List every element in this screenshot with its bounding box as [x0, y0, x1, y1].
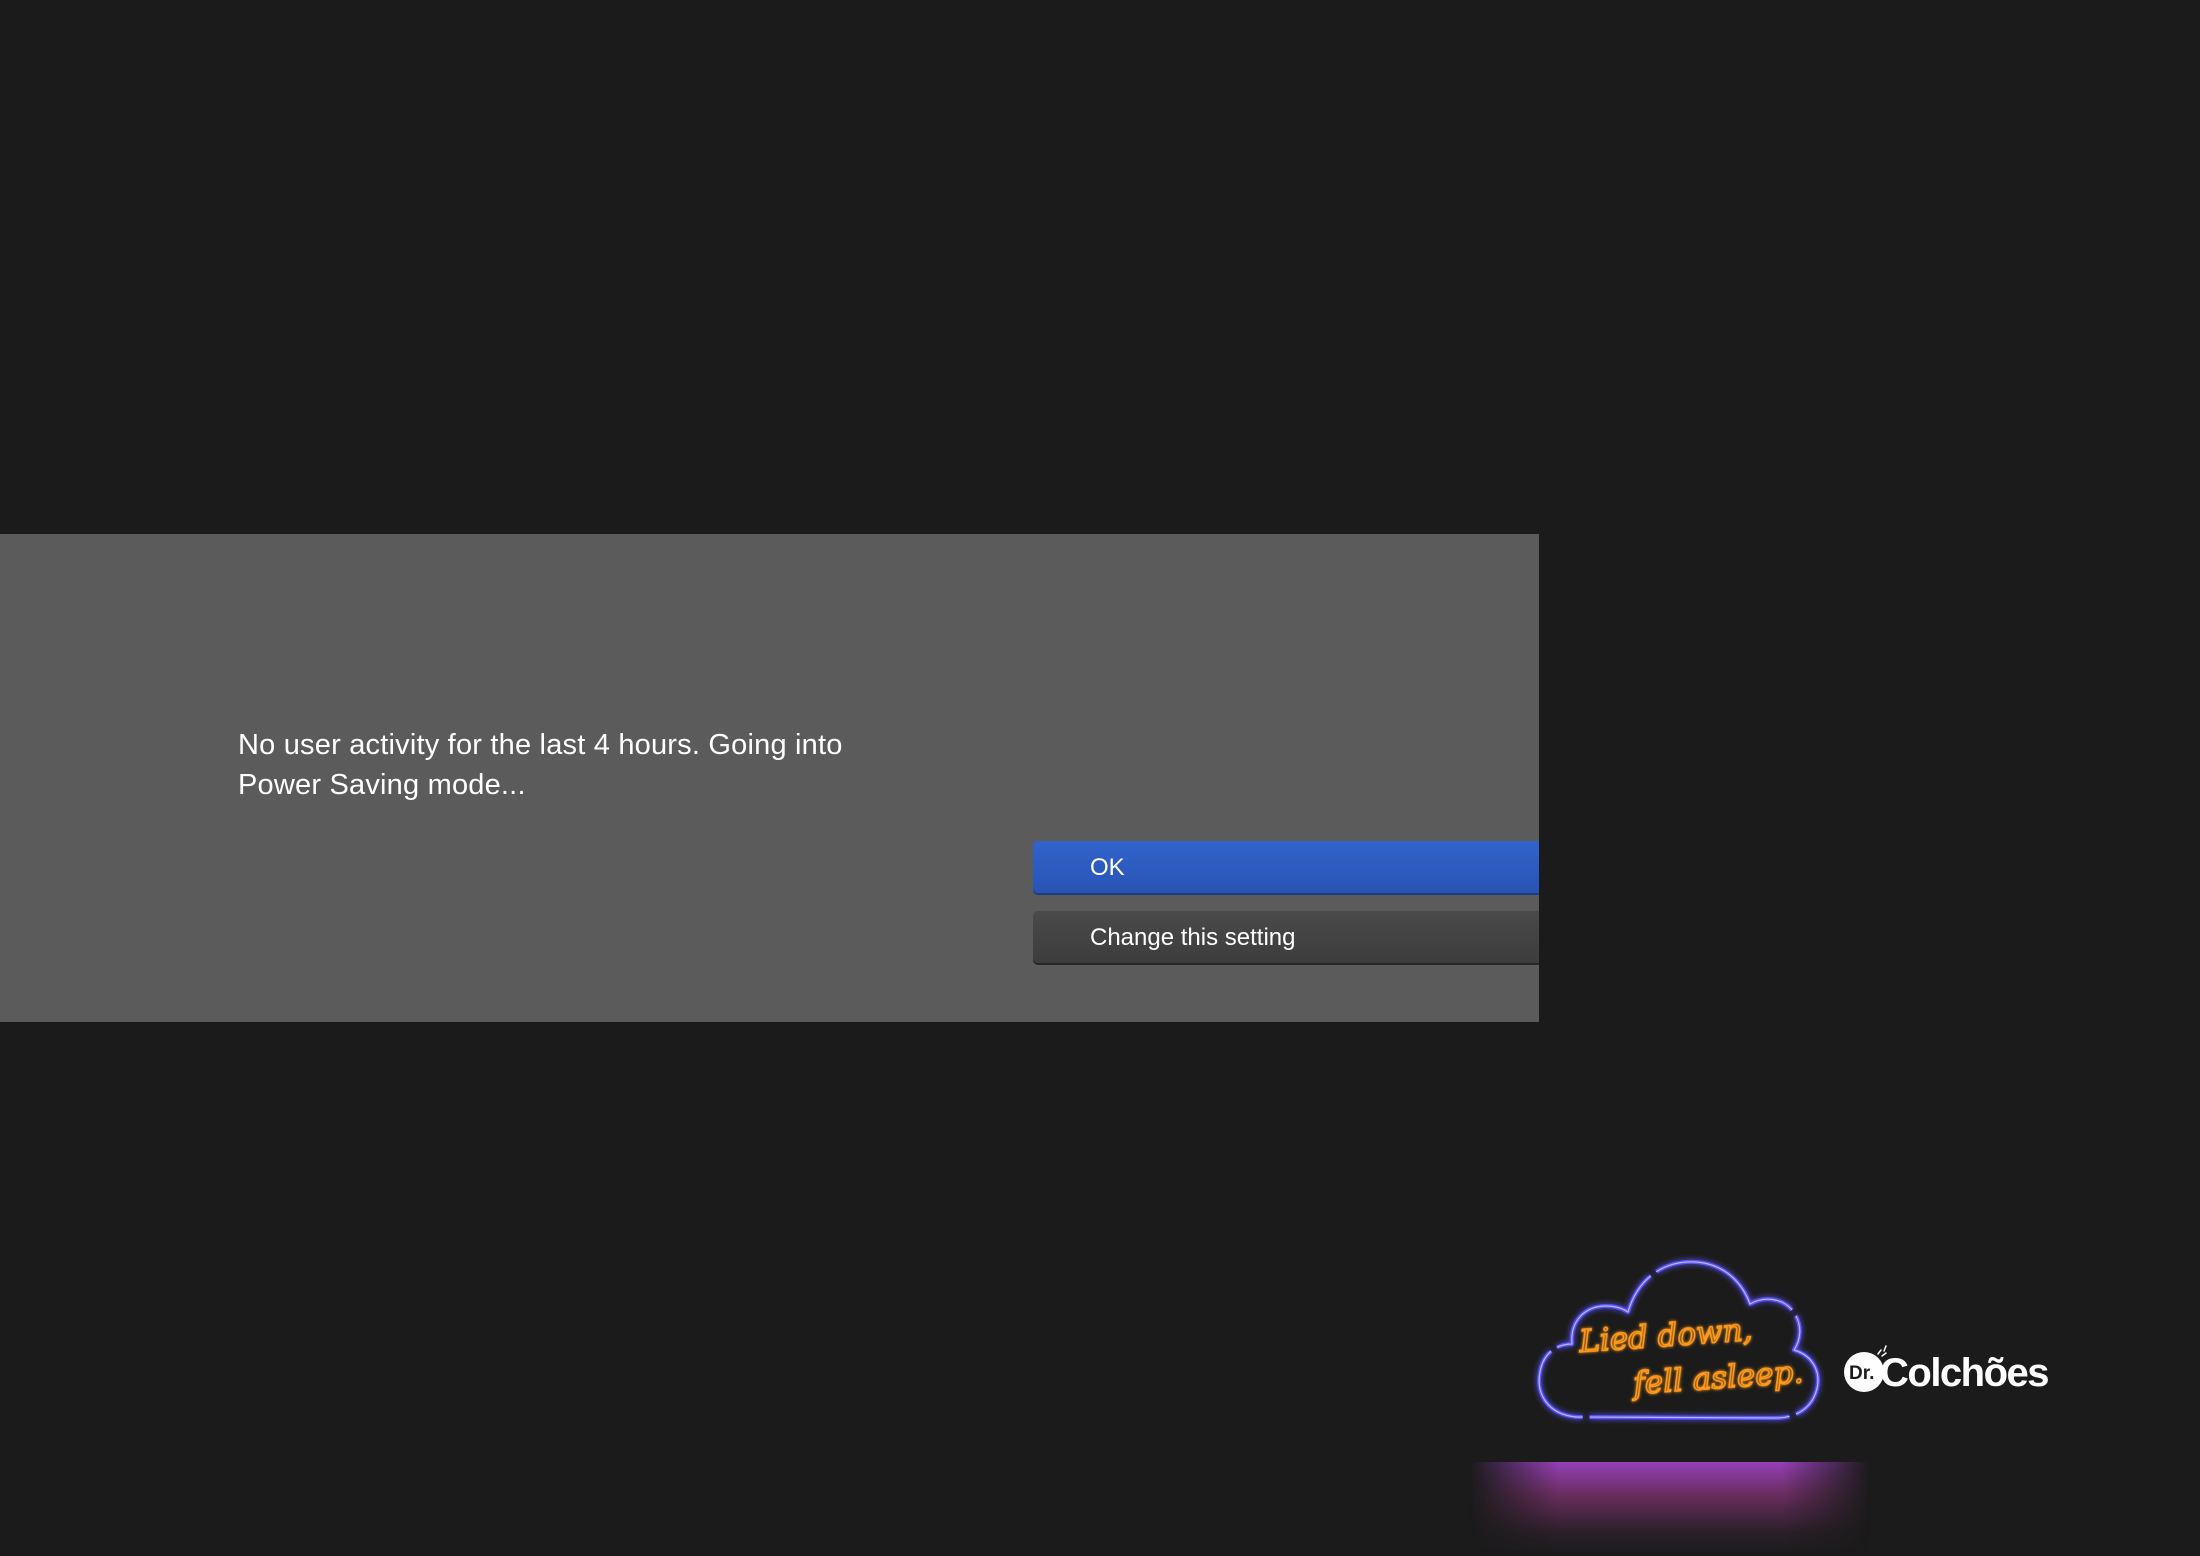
logo-brand-name: Colchões	[1880, 1351, 2048, 1395]
screen: No user activity for the last 4 hours. G…	[0, 0, 2200, 1556]
neon-floor-glow	[1470, 1462, 1870, 1556]
dialog-message: No user activity for the last 4 hours. G…	[238, 729, 843, 801]
power-saving-dialog: No user activity for the last 4 hours. G…	[0, 534, 1539, 1022]
neon-tagline-line2: fell asleep.	[1630, 1354, 1804, 1402]
ok-button[interactable]: OK	[1033, 841, 1539, 895]
logo-dr-text: Dr.	[1849, 1363, 1874, 1384]
change-setting-button[interactable]: Change this setting	[1033, 911, 1539, 965]
dr-colchoes-logo: Dr. Colchões	[1844, 1345, 2050, 1395]
neon-cloud-icon: Lied down, fell asleep.	[1537, 1259, 1820, 1420]
neon-tagline-line1: Lied down,	[1577, 1312, 1753, 1360]
